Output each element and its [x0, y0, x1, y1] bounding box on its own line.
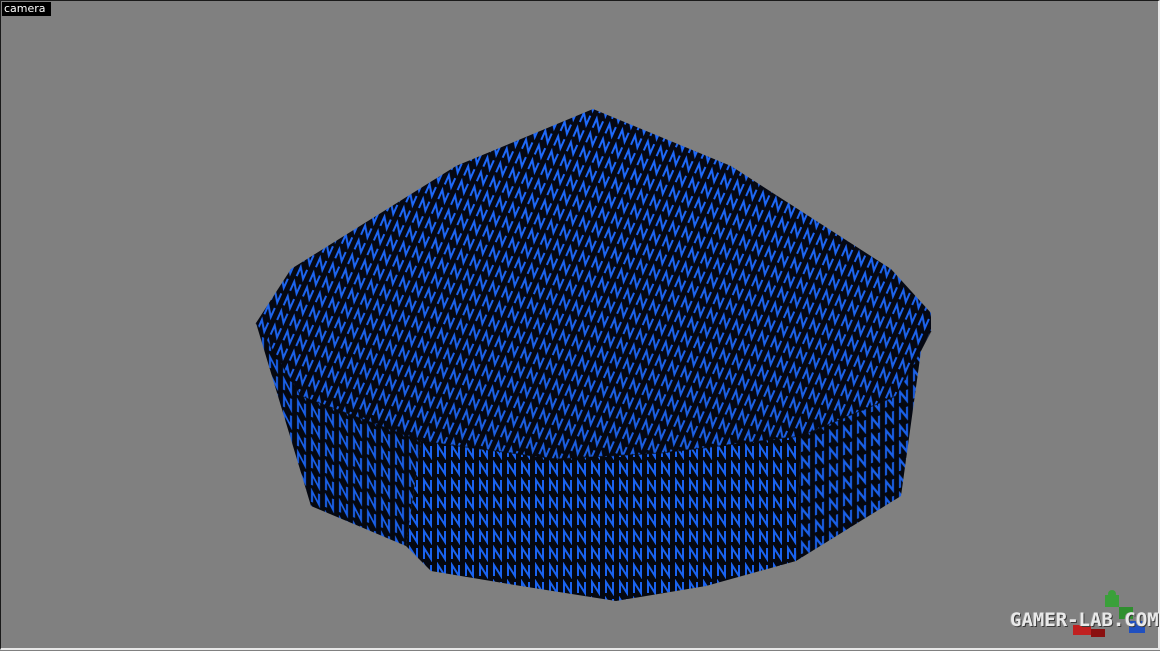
viewport-label: camera	[2, 2, 51, 16]
watermark: GAMER-LAB.COM	[1001, 589, 1160, 649]
3d-scene[interactable]	[1, 1, 1160, 651]
watermark-text: GAMER-LAB.COM	[1010, 609, 1159, 631]
mesh-dome-shading	[256, 109, 931, 459]
mesh-face-front	[406, 436, 801, 601]
camera-viewport[interactable]: camera GAMER-LAB.COM	[0, 0, 1160, 650]
